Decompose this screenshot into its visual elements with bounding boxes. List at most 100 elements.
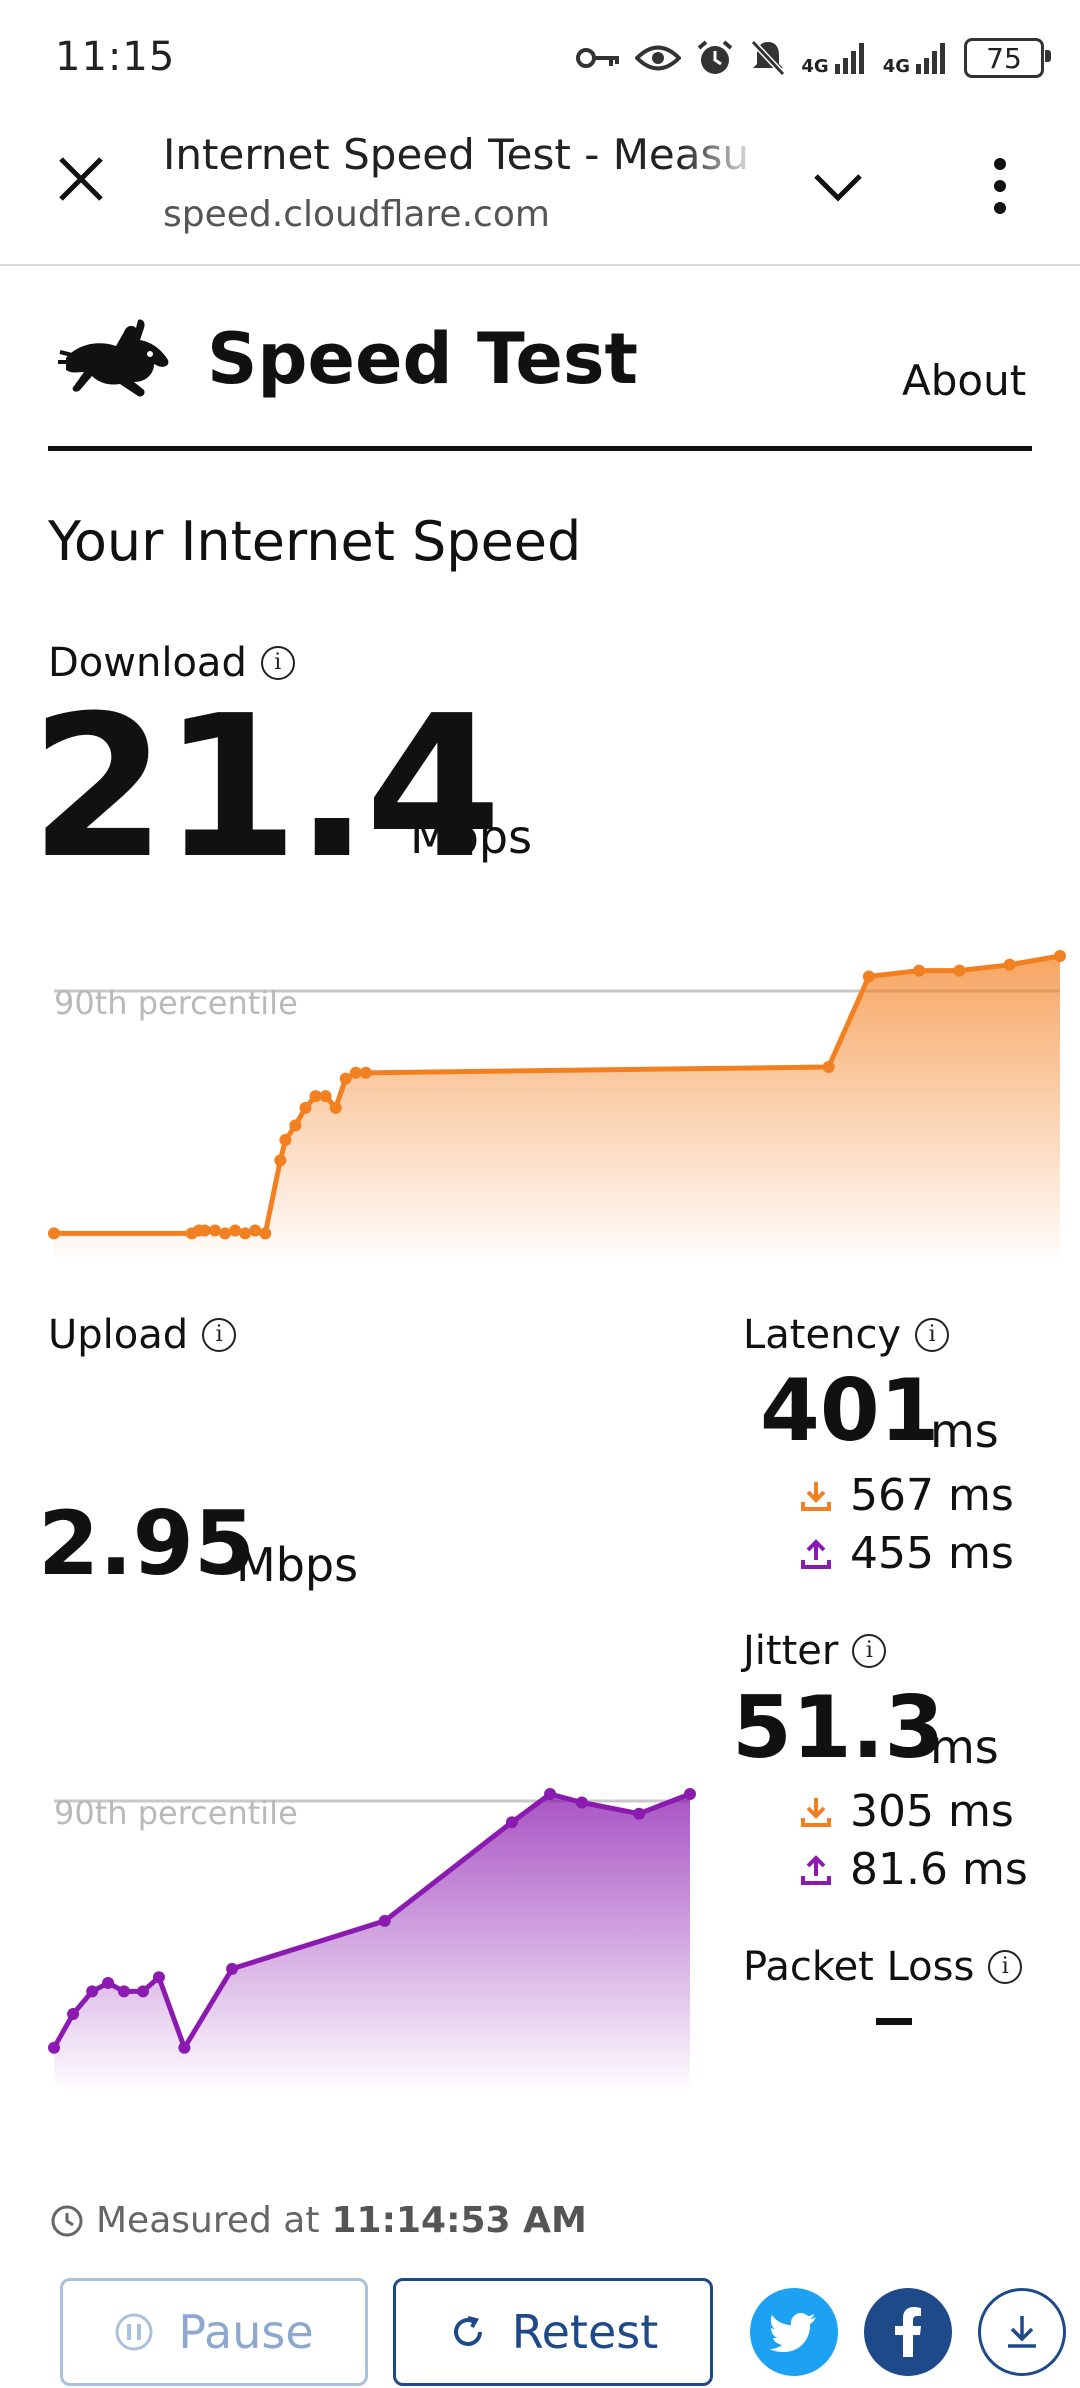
upload-label-text: Upload [48,1312,189,1358]
data-point [633,1807,646,1820]
pause-label: Pause [178,2305,314,2359]
data-point [152,1971,165,1984]
info-icon[interactable]: i [988,1950,1023,1984]
data-point [862,970,875,983]
status-icons: 4G 4G 75 [575,30,1051,86]
latency-value: 401 [760,1361,940,1461]
data-point [279,1133,292,1146]
rabbit-logo-icon [58,319,169,397]
data-point [178,2041,191,2054]
upload-chart: 90th percentile [48,1788,696,2086]
data-point [359,1066,372,1079]
jitter-label: Jitter i [743,1628,887,1674]
data-point [67,2007,80,2020]
packet-loss-label-text: Packet Loss [743,1944,975,1990]
key-icon [576,48,620,68]
percentile-label: 90th percentile [54,1794,298,1832]
jitter-label-text: Jitter [743,1628,839,1674]
percentile-label: 90th percentile [54,984,298,1022]
retest-button[interactable]: Retest [393,2278,713,2386]
jitter-download-value: 305 ms [850,1786,1014,1837]
latency-download-value: 567 ms [850,1470,1014,1521]
header-divider [48,446,1032,451]
latency-unit: ms [930,1404,999,1458]
signal-icon: 4G [883,40,950,76]
eye-icon [635,45,682,71]
data-point [137,1985,150,1998]
data-point [319,1090,332,1103]
data-point [117,1985,130,1998]
twitter-icon [770,2313,816,2352]
refresh-icon [453,2316,482,2346]
download-arrow-icon [801,1797,831,1827]
status-time: 11:15 [55,34,176,80]
data-point [259,1227,272,1240]
chevron-down-icon[interactable] [808,156,868,216]
site-title: Speed Test [207,318,639,400]
data-point [822,1060,835,1073]
data-point [378,1914,391,1927]
download-chart: 90th percentile [48,950,1066,1258]
measured-time: 11:14:53 AM [331,2200,587,2241]
facebook-share-button[interactable] [864,2288,952,2376]
page-url: speed.cloudflare.com [163,194,550,235]
data-point [86,1985,99,1998]
upload-area [54,1794,690,2086]
browser-toolbar: Internet Speed Test - Measu speed.cloudf… [0,104,1080,266]
data-point [102,1976,115,1989]
pause-button[interactable]: Pause [60,2278,368,2386]
alarm-icon [698,40,733,74]
upload-arrow-icon [801,1854,831,1885]
download-unit: Mbps [410,810,533,864]
mute-icon [751,39,786,77]
network-type-1: 4G [801,56,829,77]
info-icon[interactable]: i [915,1318,950,1352]
download-icon [1008,2316,1036,2348]
data-point [913,964,926,977]
battery-icon: 75 [964,38,1051,78]
data-point [339,1072,352,1085]
section-title: Your Internet Speed [48,510,582,573]
facebook-icon [895,2307,921,2357]
data-point [274,1154,287,1167]
network-type-2: 4G [882,56,910,77]
close-icon[interactable] [46,144,116,214]
battery-level: 75 [986,41,1022,75]
data-point [299,1101,312,1114]
info-icon[interactable]: i [852,1634,887,1668]
measured-prefix: Measured at [96,2200,320,2241]
signal-icon: 4G [801,40,868,76]
info-icon[interactable]: i [202,1318,237,1352]
data-point [1054,950,1066,962]
upload-value: 2.95 [38,1492,256,1595]
jitter-upload-value: 81.6 ms [850,1844,1028,1895]
download-results-button[interactable] [978,2288,1066,2376]
jitter-upload-row: 81.6 ms [800,1844,1028,1895]
download-arrow-icon [801,1481,831,1511]
jitter-download-row: 305 ms [800,1786,1014,1837]
packet-loss-label: Packet Loss i [743,1944,1023,1990]
data-point [48,2041,60,2054]
data-point [505,1816,518,1829]
about-link[interactable]: About [902,356,1026,405]
data-point [575,1796,588,1809]
latency-label-text: Latency [743,1312,902,1358]
data-point [544,1788,557,1800]
data-point [1003,958,1016,971]
data-point [226,1962,239,1975]
latency-label: Latency i [743,1312,950,1358]
upload-unit: Mbps [236,1538,359,1592]
upload-label: Upload i [48,1312,237,1358]
twitter-share-button[interactable] [750,2288,838,2376]
data-point [48,1227,60,1240]
latency-download-row: 567 ms [800,1470,1014,1521]
jitter-unit: ms [930,1720,999,1774]
data-point [684,1788,696,1800]
page-title: Internet Speed Test - Measu [163,130,750,179]
clock-icon [51,2205,83,2236]
more-vert-icon[interactable] [970,146,1030,226]
data-point [953,964,966,977]
upload-arrow-icon [801,1538,831,1569]
latency-upload-row: 455 ms [800,1528,1014,1579]
data-point [329,1101,342,1114]
